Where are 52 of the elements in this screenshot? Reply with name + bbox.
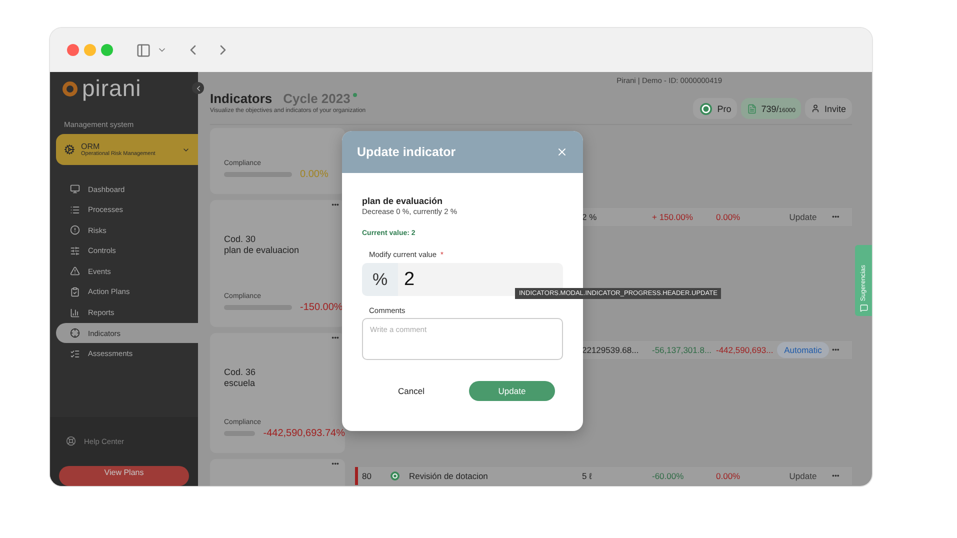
cancel-button[interactable]: Cancel <box>378 382 444 400</box>
indicator-name: plan de evaluación <box>362 196 444 206</box>
bar-chart-icon <box>70 308 80 318</box>
row-value: 22129539.68... <box>581 345 640 355</box>
indicator-code: Cod. 30 <box>224 234 257 245</box>
sliders-icon <box>70 246 80 256</box>
close-button[interactable] <box>556 146 568 158</box>
view-plans-button[interactable]: View Plans <box>59 466 189 486</box>
logo-text: pirani <box>82 75 142 102</box>
clipboard-check-icon <box>70 286 80 297</box>
row-compliance: -442,590,693... <box>715 345 774 355</box>
logo-ring-icon <box>62 80 78 96</box>
document-icon <box>747 104 758 114</box>
indicator-name: escuela <box>224 378 256 389</box>
gear-icon <box>64 144 75 155</box>
row-compliance: 0.00% <box>715 471 742 481</box>
row-name: Revisión de dotacion <box>408 471 489 481</box>
row-value: 5 ℓ <box>581 471 593 481</box>
plan-badge: Pro <box>693 98 738 119</box>
maximize-window-icon[interactable] <box>101 44 113 56</box>
update-link[interactable]: Update <box>789 471 817 481</box>
indicator-name: plan de evaluacion <box>224 245 300 256</box>
row-variance: -56,137,301.8... <box>651 345 712 355</box>
page-title: Indicators <box>210 91 272 106</box>
list-icon <box>70 204 80 215</box>
target-icon <box>699 102 714 116</box>
indicator-code: Cod. 36 <box>224 367 257 378</box>
row-compliance: 0.00% <box>715 212 742 222</box>
user-icon <box>811 104 820 113</box>
update-link[interactable]: Update <box>789 212 817 222</box>
compliance-value: 0.00% <box>300 169 328 180</box>
lifebuoy-icon <box>66 436 76 446</box>
status-circle-icon <box>390 471 400 481</box>
warning-icon <box>70 266 80 276</box>
automatic-badge[interactable]: Automatic <box>777 342 829 358</box>
chat-icon <box>860 304 868 312</box>
update-button[interactable]: Update <box>469 381 555 401</box>
compliance-value: -442,590,693.74% <box>263 428 345 439</box>
alert-circle-icon <box>70 225 80 236</box>
dialog-title: Update indicator <box>357 145 456 159</box>
compliance-value: -150.00% <box>300 302 343 313</box>
monitor-icon <box>70 184 80 194</box>
row-number: 80 <box>361 471 372 481</box>
invite-button[interactable]: Invite <box>805 98 852 119</box>
unit-label: % <box>362 263 398 296</box>
crosshair-icon <box>70 328 80 338</box>
row-variance: -60.00% <box>651 471 685 481</box>
status-dot-icon <box>353 93 358 97</box>
checklist-icon <box>70 348 80 359</box>
sidebar-icon[interactable] <box>136 42 151 58</box>
close-window-icon[interactable] <box>67 44 79 56</box>
row-variance: + 150.00% <box>651 212 694 222</box>
